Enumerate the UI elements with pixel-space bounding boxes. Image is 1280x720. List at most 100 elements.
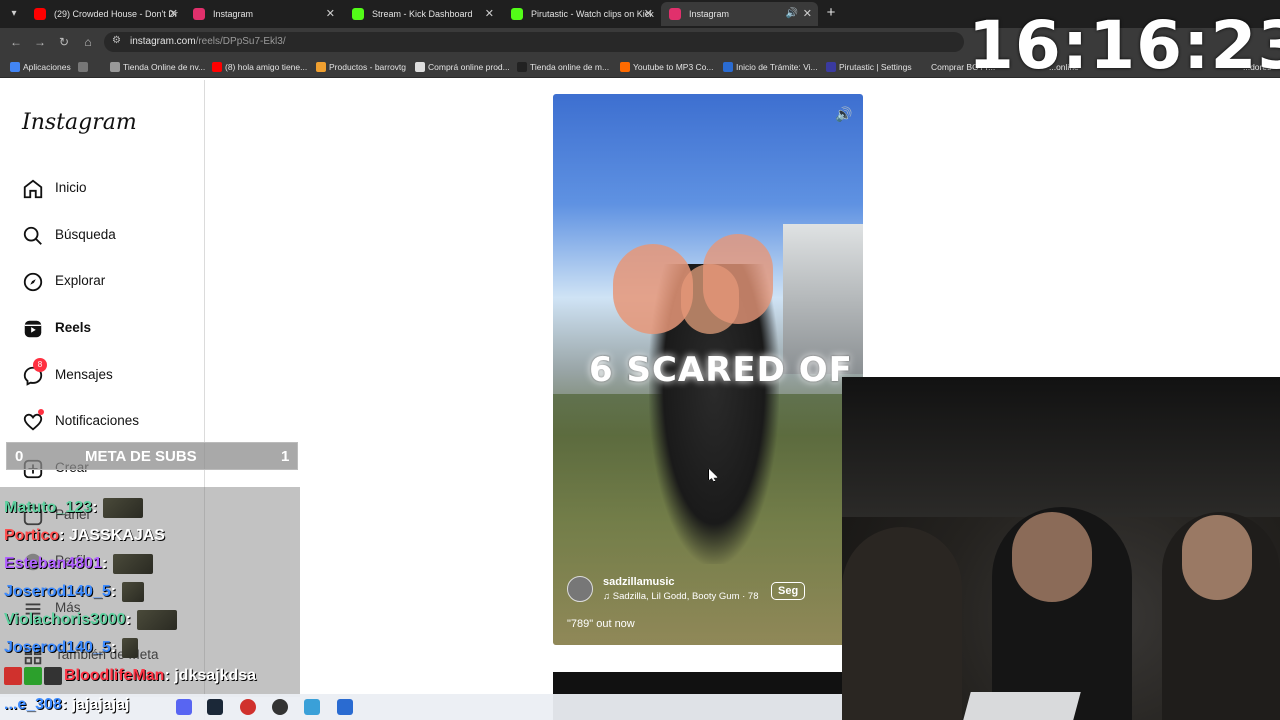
- chat-user: Violachoris3000: [4, 611, 126, 628]
- speaker-icon[interactable]: 🔊: [786, 2, 798, 26]
- close-icon[interactable]: ✕: [326, 2, 335, 26]
- url-text: instagram.com/reels/DPpSu7-Ekl3/: [130, 32, 286, 52]
- tab-label: Instagram: [689, 9, 730, 19]
- nav-label: Búsqueda: [55, 227, 116, 242]
- sound-icon[interactable]: 🔊: [835, 106, 852, 123]
- tab-instagram-active[interactable]: Instagram 🔊 ✕: [661, 2, 818, 26]
- new-tab-button[interactable]: +: [822, 4, 840, 22]
- close-icon[interactable]: ✕: [485, 2, 494, 26]
- chat-line: Joserod140_5:: [4, 637, 139, 659]
- bookmark-2[interactable]: (8) hola amigo tiene...: [212, 56, 307, 78]
- chat-line: ...e_308: jajajajaj: [4, 694, 129, 716]
- chat-colon: :: [110, 583, 117, 600]
- sub-goal-target: 1: [281, 448, 290, 465]
- nav-busqueda[interactable]: Búsqueda: [22, 221, 192, 251]
- avatar[interactable]: [567, 576, 593, 602]
- reel-overlay-text: 6 SCARED OF: [589, 350, 853, 390]
- tab-kick-dashboard[interactable]: Stream - Kick Dashboard ✕: [344, 2, 500, 26]
- reload-icon[interactable]: ↻: [56, 34, 72, 50]
- apps-icon: [10, 62, 20, 72]
- reel-description: "789" out now: [567, 618, 635, 630]
- gift-badge-icon: [44, 666, 62, 685]
- reel-music[interactable]: ♫ Sadzilla, Lil Godd, Booty Gum · 78: [603, 591, 759, 602]
- bookmark-icon: [826, 62, 836, 72]
- chat-user: Esteban4801: [4, 555, 102, 572]
- cam-person-2-head: [1012, 512, 1092, 602]
- nav-inicio[interactable]: Inicio: [22, 174, 192, 204]
- chat-user: Joserod140_5: [4, 639, 111, 656]
- nav-label: Inicio: [55, 180, 87, 195]
- window-icon[interactable]: [337, 699, 353, 715]
- youtube-icon: [34, 8, 46, 20]
- chat-line: Violachoris3000:: [4, 609, 177, 631]
- follow-button[interactable]: Seg: [771, 582, 806, 600]
- tab-youtube[interactable]: (29) Crowded House - Don't Dr ✕: [26, 2, 184, 26]
- number-badge-icon: [24, 666, 42, 685]
- bookmark-7[interactable]: Inicio de Trámite: Vi...: [723, 56, 818, 78]
- record-icon[interactable]: [240, 699, 256, 715]
- video-hand-2: [703, 234, 773, 324]
- tab-kick-clips[interactable]: Pirutastic - Watch clips on Kick ✕: [503, 2, 659, 26]
- bookmark-icon: [517, 62, 527, 72]
- nav-explorar[interactable]: Explorar: [22, 267, 192, 297]
- close-icon[interactable]: ✕: [644, 2, 653, 26]
- github-icon[interactable]: [272, 699, 288, 715]
- tab-instagram-1[interactable]: Instagram ✕: [185, 2, 341, 26]
- app-icon[interactable]: [304, 699, 320, 715]
- bookmark-apps[interactable]: Aplicaciones: [10, 56, 71, 78]
- screen: { "browser": { "tabs": [ {"label": "(29)…: [0, 0, 1280, 720]
- cam-keyboard: [963, 692, 1081, 720]
- tab-label: Pirutastic - Watch clips on Kick: [531, 9, 654, 19]
- chat-line: BloodlifeMan: jdksajkdsa: [4, 665, 256, 687]
- webcam-feed: [842, 377, 1280, 720]
- reel-username[interactable]: sadzillamusic: [603, 576, 675, 588]
- emote-icon: [136, 609, 177, 630]
- sub-goal-bar: 0 META DE SUBS 1: [6, 442, 298, 470]
- discord-icon[interactable]: [176, 699, 192, 715]
- sub-goal-current: 0: [15, 448, 24, 465]
- url-field[interactable]: ⚙ instagram.com/reels/DPpSu7-Ekl3/: [104, 32, 964, 52]
- youtube-icon: [212, 62, 222, 72]
- home-icon: [23, 179, 43, 199]
- bookmark-8[interactable]: Pirutastic | Settings: [826, 56, 912, 78]
- compass-icon: [23, 272, 43, 292]
- nav-label: Explorar: [55, 273, 106, 288]
- chat-message: jdksajkdsa: [174, 667, 257, 684]
- sword-badge-icon: [4, 666, 22, 685]
- cam-wall: [842, 377, 1280, 517]
- close-icon[interactable]: ✕: [169, 2, 178, 26]
- tab-label: Stream - Kick Dashboard: [372, 9, 473, 19]
- nav-mensajes[interactable]: 8 Mensajes: [22, 358, 192, 391]
- steam-icon[interactable]: [207, 699, 223, 715]
- chat-colon: :: [92, 499, 98, 516]
- chat-colon: :: [61, 696, 72, 713]
- chat-user: Portico: [4, 527, 60, 544]
- nav-label: Mensajes: [55, 367, 113, 382]
- emote-icon: [113, 553, 154, 574]
- home-icon[interactable]: ⌂: [80, 34, 96, 50]
- url-path: /reels/DPpSu7-Ekl3/: [195, 36, 286, 47]
- nav-reels[interactable]: Reels: [22, 314, 192, 344]
- instagram-logo[interactable]: Instagram: [22, 110, 137, 135]
- bookmark-4[interactable]: Comprá online prod...: [415, 56, 510, 78]
- nav-label: Notificaciones: [55, 413, 140, 428]
- nav-notificaciones[interactable]: Notificaciones: [22, 407, 192, 437]
- back-icon[interactable]: ←: [8, 34, 24, 50]
- bookmark-icon: [723, 62, 733, 72]
- bookmark-1[interactable]: Tienda Online de nv...: [110, 56, 205, 78]
- bookmark-6[interactable]: Youtube to MP3 Co...: [620, 56, 714, 78]
- bookmark-icon: [110, 62, 120, 72]
- chat-line: Joserod140_5:: [4, 581, 145, 603]
- site-info-icon[interactable]: ⚙: [112, 35, 121, 46]
- message-count-badge: 8: [33, 358, 47, 372]
- bookmark-5[interactable]: Tienda online de m...: [517, 56, 609, 78]
- chat-line: Matuto_123:: [4, 497, 144, 519]
- tab-search-icon[interactable]: ▾: [6, 6, 22, 22]
- url-host: instagram.com: [130, 36, 196, 47]
- bookmark-3[interactable]: Productos - barrovtg: [316, 56, 406, 78]
- reel-video[interactable]: 6 SCARED OF 🔊 sadzillamusic ♫ Sadzilla, …: [553, 94, 863, 645]
- forward-icon[interactable]: →: [32, 34, 48, 50]
- chat-user: ...e_308: [4, 696, 62, 713]
- tab-label: (29) Crowded House - Don't Dr: [54, 9, 178, 19]
- close-icon[interactable]: ✕: [803, 2, 812, 26]
